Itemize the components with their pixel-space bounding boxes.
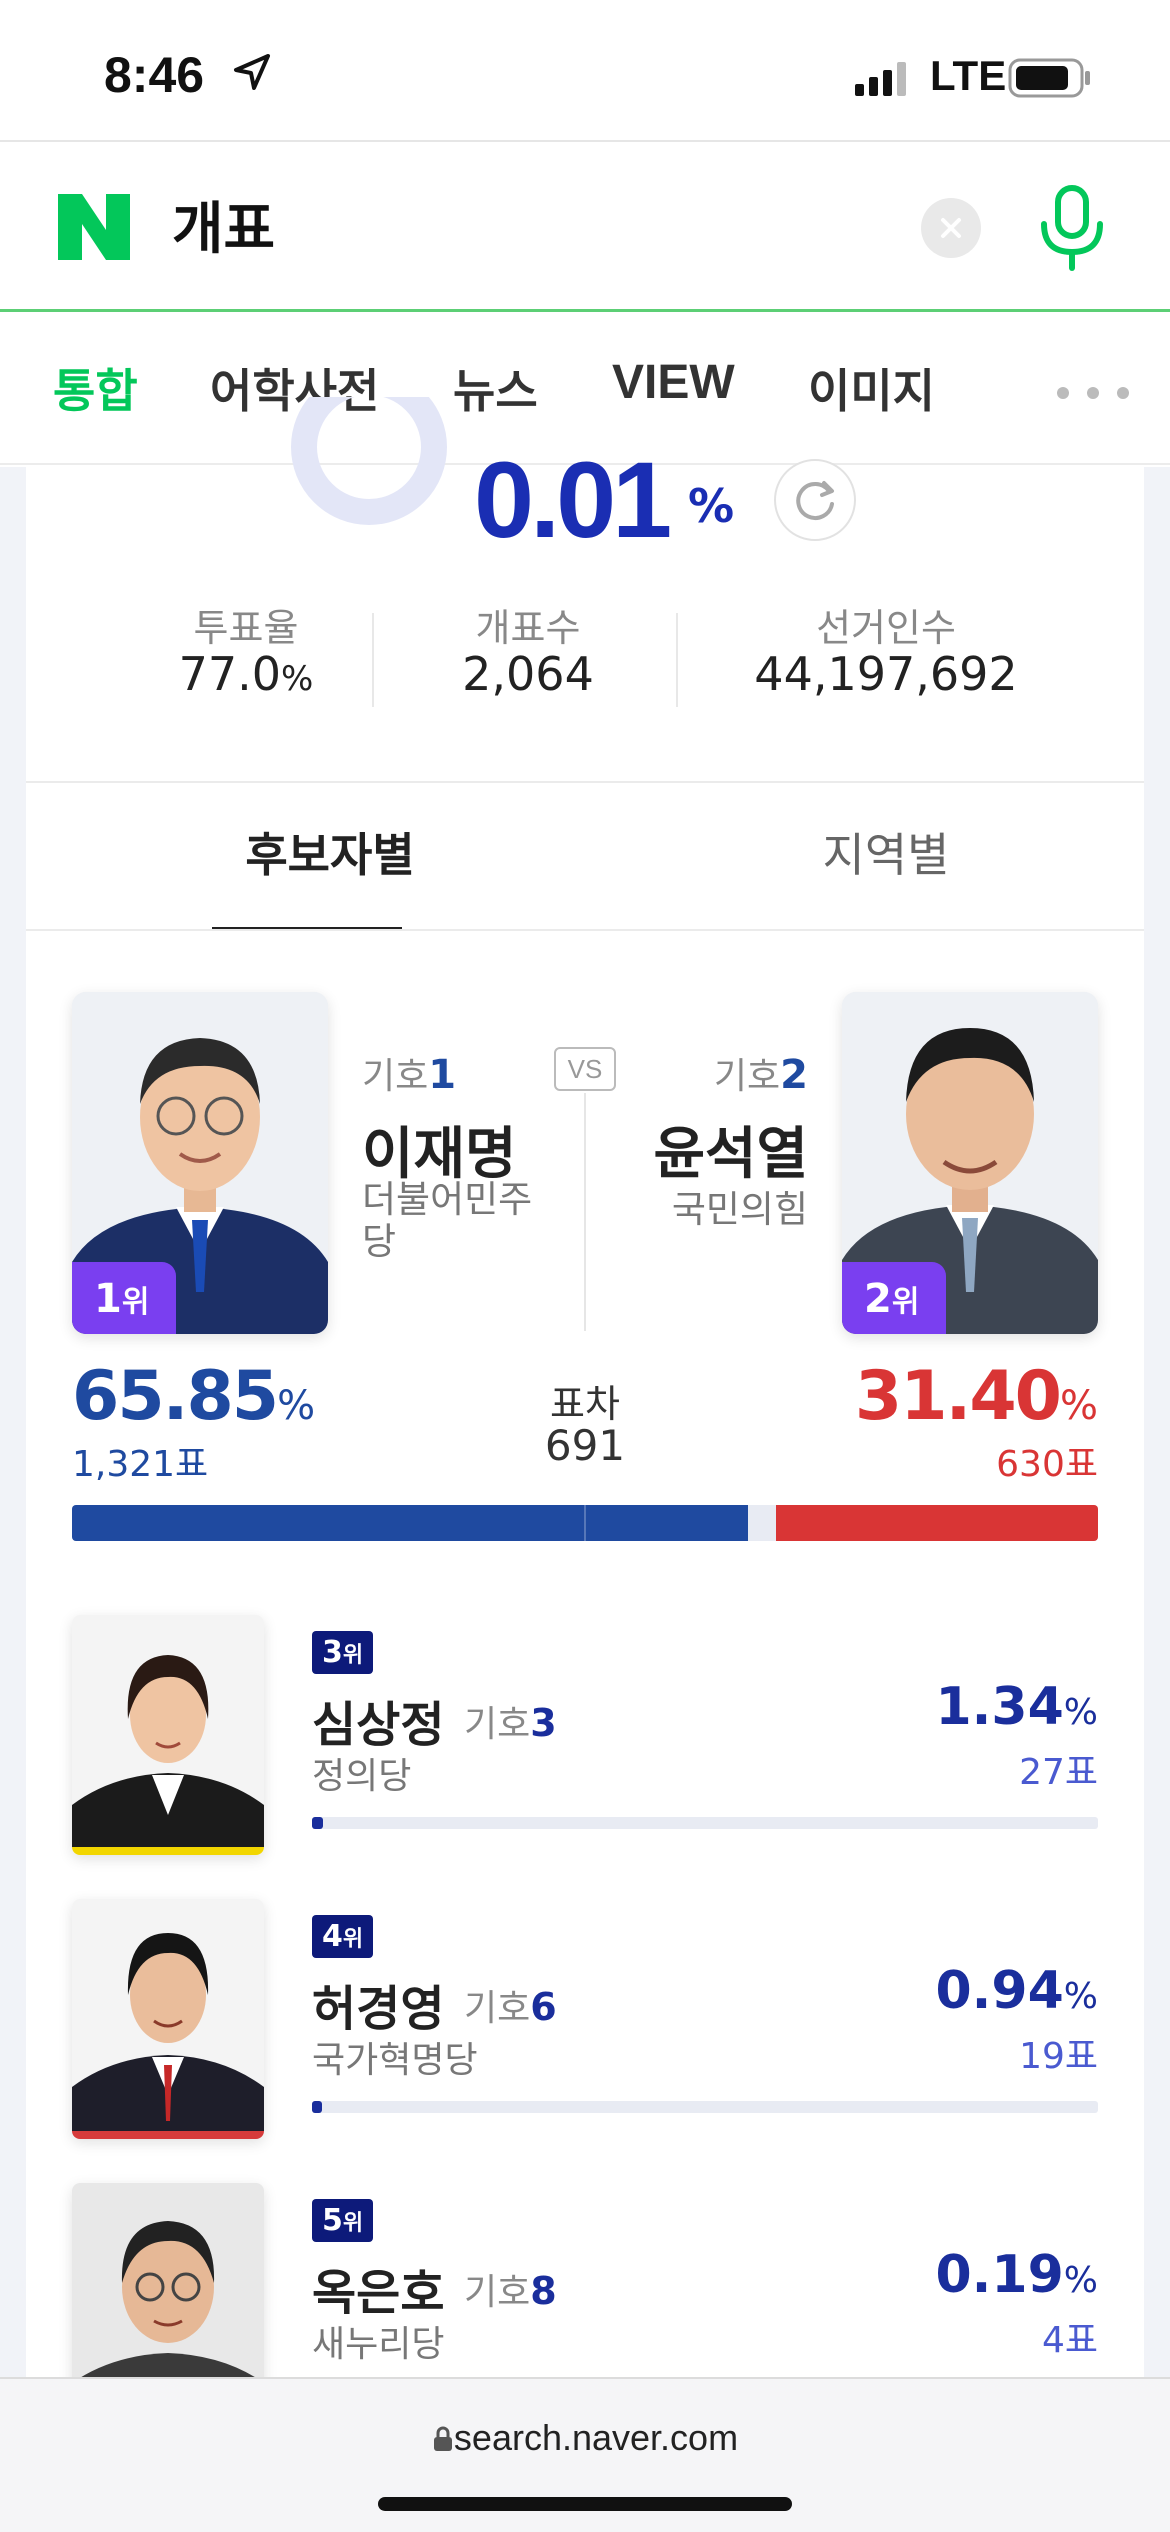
refresh-icon xyxy=(796,481,834,521)
turnout-label: 투표율 xyxy=(193,606,299,650)
candidate-name[interactable]: 심상정 xyxy=(312,1685,444,1755)
vote-gap-label: 표차 xyxy=(550,1382,620,1426)
bar-left-fill xyxy=(72,1505,748,1541)
candidate-party: 정의당 xyxy=(312,1756,412,1797)
count-progress-value: 0.01 xyxy=(474,439,672,560)
url-display[interactable]: search.naver.com xyxy=(0,2417,1170,2459)
tab-integrated[interactable]: 통합 xyxy=(53,355,138,421)
vote-count: 4표 xyxy=(1041,2320,1098,2361)
vote-count-right: 630표 xyxy=(996,1444,1098,1485)
candidate-symbol-left: 기호1 xyxy=(362,1052,457,1098)
candidate-party-right: 국민의힘 xyxy=(671,1188,808,1231)
electorate-label: 선거인수 xyxy=(816,606,956,650)
rank-badge: 5위 xyxy=(312,2199,374,2242)
candidate-name[interactable]: 옥은호 xyxy=(312,2253,444,2323)
progress-ring-icon xyxy=(291,397,447,525)
rank-badge-right: 2위 xyxy=(842,1262,946,1334)
candidate-photo-left[interactable]: 1위 xyxy=(72,992,328,1334)
close-icon xyxy=(941,218,961,238)
status-bar: 8:46 LTE xyxy=(0,0,1170,140)
clear-search-button[interactable] xyxy=(921,198,981,258)
candidate-symbol: 기호8 xyxy=(464,2269,557,2313)
cellular-signal-icon xyxy=(855,62,906,96)
counted-label: 개표수 xyxy=(475,606,581,650)
candidate-party: 국가혁명당 xyxy=(312,2040,478,2081)
count-progress-unit: % xyxy=(688,479,735,533)
tab-by-region[interactable]: 지역별 xyxy=(766,819,1006,885)
candidate-symbol-right: 기호2 xyxy=(713,1052,808,1098)
bar-midline xyxy=(584,1505,586,1541)
head-to-head-bar xyxy=(72,1505,1098,1541)
vote-count: 27표 xyxy=(1019,1752,1098,1793)
candidate-name[interactable]: 허경영 xyxy=(312,1969,444,2039)
rank-badge: 3위 xyxy=(312,1631,374,1674)
network-type: LTE xyxy=(930,52,1007,99)
candidate-party: 새누리당 xyxy=(312,2324,445,2365)
more-tabs-icon[interactable] xyxy=(1055,385,1135,401)
status-time: 8:46 xyxy=(104,47,205,103)
location-arrow-icon xyxy=(234,54,270,90)
vote-share-fill xyxy=(312,1817,323,1829)
electorate-value: 44,197,692 xyxy=(754,647,1018,701)
vote-share-fill xyxy=(312,2101,322,2113)
rank-badge-left: 1위 xyxy=(72,1262,176,1334)
tab-news[interactable]: 뉴스 xyxy=(453,355,538,421)
microphone-icon[interactable] xyxy=(1036,184,1108,274)
vote-count: 19표 xyxy=(1019,2036,1098,2077)
candidate-party-left: 더불어민주당 xyxy=(362,1178,533,1263)
counted-value: 2,064 xyxy=(462,647,594,701)
vote-share-track xyxy=(312,2101,1098,2113)
candidate-portrait xyxy=(72,1615,264,1847)
election-result-card: 0.01 % 투표율 77.0% 개표수 2,064 선거인수 44,197,6… xyxy=(26,397,1144,2423)
tab-by-candidate[interactable]: 후보자별 xyxy=(210,819,450,885)
vote-share-track xyxy=(312,1817,1098,1829)
candidate-photo[interactable] xyxy=(72,1899,264,2139)
lock-icon xyxy=(433,2426,452,2451)
vote-share-right: 31.40% xyxy=(854,1357,1098,1436)
candidate-photo-right[interactable]: 2위 xyxy=(842,992,1098,1334)
candidate-symbol: 기호6 xyxy=(464,1985,557,2029)
search-bar xyxy=(0,142,1170,312)
turnout-value: 77.0% xyxy=(178,647,314,701)
battery-icon xyxy=(1008,58,1090,98)
vote-count-left: 1,321표 xyxy=(72,1444,209,1485)
naver-logo-icon[interactable] xyxy=(58,194,130,260)
candidate-name-right[interactable]: 윤석열 xyxy=(606,1109,808,1190)
tab-images[interactable]: 이미지 xyxy=(808,355,935,421)
refresh-button[interactable] xyxy=(774,459,856,541)
vote-share: 0.19% xyxy=(935,2245,1098,2305)
search-input[interactable] xyxy=(172,192,872,257)
candidate-photo[interactable] xyxy=(72,1615,264,1855)
vote-share: 1.34% xyxy=(935,1677,1098,1737)
bar-right-fill xyxy=(776,1505,1098,1541)
vote-share-left: 65.85% xyxy=(72,1357,316,1436)
vote-gap-value: 691 xyxy=(544,1421,626,1470)
tab-view[interactable]: VIEW xyxy=(612,355,735,410)
candidate-portrait xyxy=(72,1899,264,2131)
rank-badge: 4위 xyxy=(312,1915,374,1958)
browser-url-bar[interactable]: search.naver.com xyxy=(0,2377,1170,2532)
vote-share: 0.94% xyxy=(935,1961,1098,2021)
candidate-symbol: 기호3 xyxy=(464,1701,557,1745)
home-indicator[interactable] xyxy=(378,2497,792,2511)
